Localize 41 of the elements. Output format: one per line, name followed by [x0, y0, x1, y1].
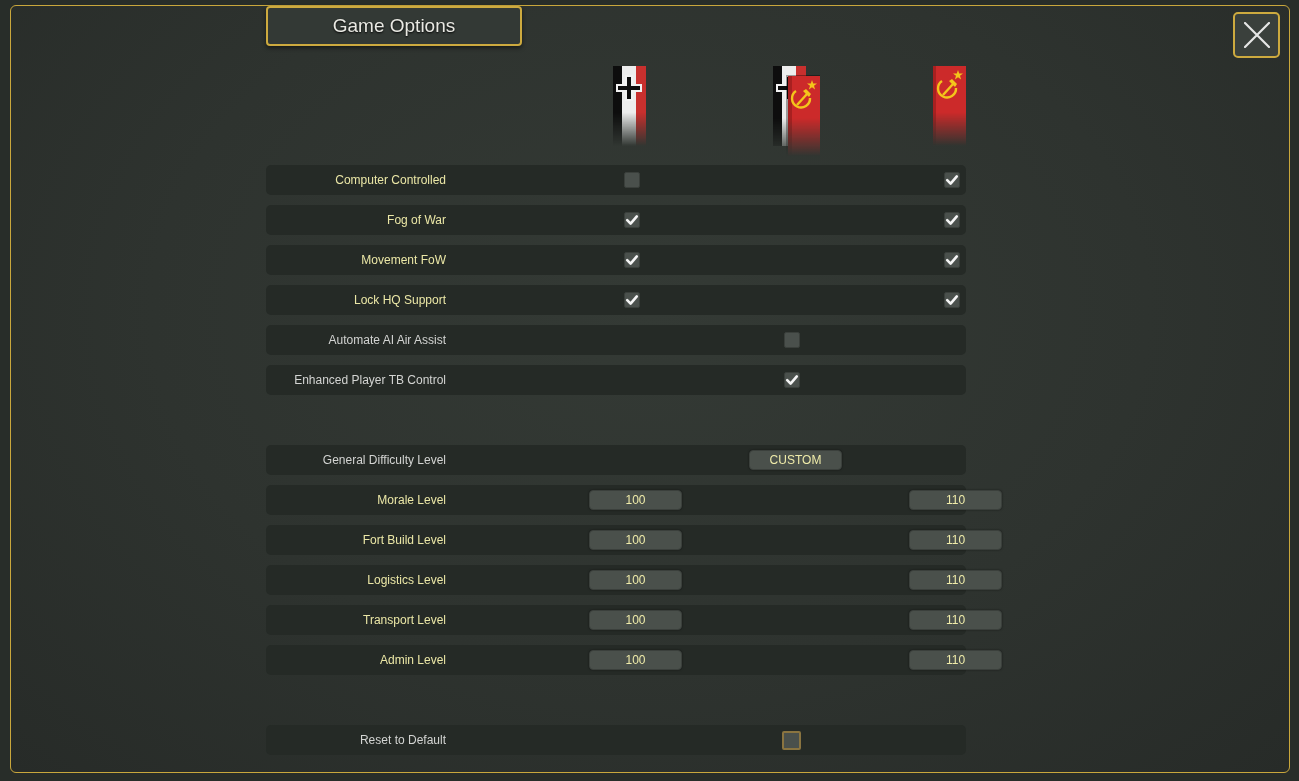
reset-button[interactable] — [782, 730, 801, 750]
overlapping-banners-icon — [773, 66, 820, 156]
value-field[interactable]: 100 — [589, 610, 682, 630]
cross-banner-icon — [613, 66, 646, 146]
option-label: General Difficulty Level — [321, 453, 447, 467]
value-field[interactable]: 110 — [909, 530, 1002, 550]
checkbox[interactable] — [944, 212, 960, 228]
value-field[interactable]: 110 — [909, 570, 1002, 590]
option-label: Transport Level — [362, 613, 447, 627]
value-field[interactable]: 110 — [909, 650, 1002, 670]
value-field[interactable]: CUSTOM — [749, 450, 842, 470]
checkbox[interactable] — [624, 292, 640, 308]
value-field[interactable]: 100 — [589, 570, 682, 590]
close-button[interactable] — [1233, 12, 1280, 58]
close-icon — [1243, 22, 1270, 48]
checkbox[interactable] — [784, 372, 800, 388]
checkbox[interactable] — [944, 252, 960, 268]
window-title: Game Options — [266, 6, 522, 46]
hammer-sickle-banner-icon — [933, 66, 966, 146]
option-label: Automate AI Air Assist — [327, 333, 447, 347]
option-label: Enhanced Player TB Control — [293, 373, 447, 387]
value-field[interactable]: 100 — [589, 490, 682, 510]
option-label: Computer Controlled — [334, 173, 447, 187]
value-field[interactable]: 110 — [909, 610, 1002, 630]
checkbox[interactable] — [944, 172, 960, 188]
value-field[interactable]: 100 — [589, 650, 682, 670]
option-label: Fort Build Level — [361, 533, 447, 547]
option-label: Admin Level — [378, 653, 447, 667]
option-label: Lock HQ Support — [352, 293, 447, 307]
option-label: Fog of War — [386, 213, 447, 227]
checkbox[interactable] — [944, 292, 960, 308]
option-label: Morale Level — [376, 493, 447, 507]
option-label: Logistics Level — [366, 573, 447, 587]
checkbox[interactable] — [624, 172, 640, 188]
value-field[interactable]: 100 — [589, 530, 682, 550]
checkbox[interactable] — [784, 332, 800, 348]
checkbox[interactable] — [624, 212, 640, 228]
option-label: Movement FoW — [360, 253, 447, 267]
option-label: Reset to Default — [358, 733, 447, 747]
value-field[interactable]: 110 — [909, 490, 1002, 510]
checkbox[interactable] — [624, 252, 640, 268]
